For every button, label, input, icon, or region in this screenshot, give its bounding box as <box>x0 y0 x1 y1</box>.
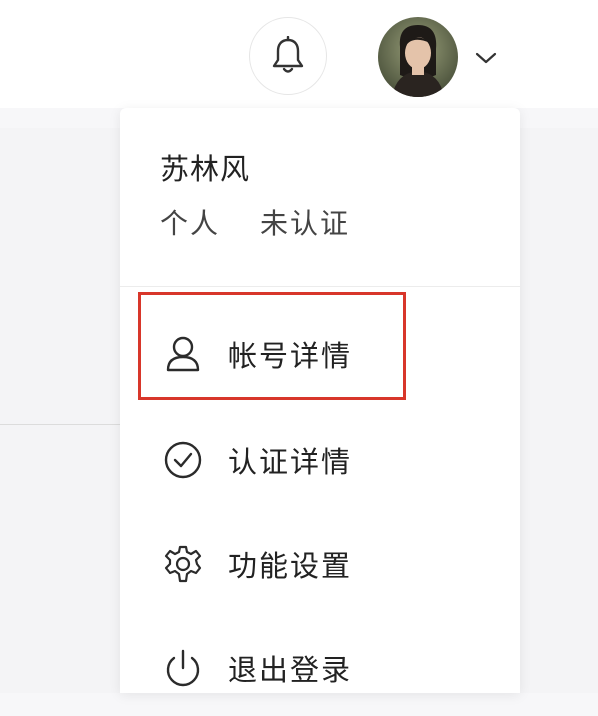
user-dropdown-menu: 苏林风 个人 未认证 帐号详情 认证详情 功能设置 退出登录 <box>120 108 520 693</box>
menu-item-logout[interactable]: 退出登录 <box>140 620 500 716</box>
bell-icon <box>272 36 304 73</box>
menu-item-feature-settings[interactable]: 功能设置 <box>140 516 500 612</box>
user-name: 苏林风 <box>160 152 251 186</box>
check-circle-icon <box>160 437 206 483</box>
background-panel-left <box>0 128 120 693</box>
menu-item-label: 退出登录 <box>228 653 353 687</box>
background-panel-right <box>520 128 598 693</box>
menu-item-account-details[interactable]: 帐号详情 <box>140 306 500 402</box>
user-avatar[interactable] <box>378 17 458 97</box>
chevron-down-icon[interactable] <box>474 50 498 66</box>
menu-item-label: 认证详情 <box>228 445 353 479</box>
verification-status: 未认证 <box>260 207 351 240</box>
power-icon <box>160 645 206 691</box>
menu-item-label: 功能设置 <box>228 549 353 583</box>
gear-icon <box>160 541 206 587</box>
menu-item-label: 帐号详情 <box>228 339 353 373</box>
menu-divider <box>120 286 520 287</box>
background-divider <box>0 424 120 425</box>
user-icon <box>160 331 206 377</box>
menu-item-verification-details[interactable]: 认证详情 <box>140 412 500 508</box>
notification-button[interactable] <box>249 17 327 95</box>
account-type: 个人 <box>160 207 221 240</box>
